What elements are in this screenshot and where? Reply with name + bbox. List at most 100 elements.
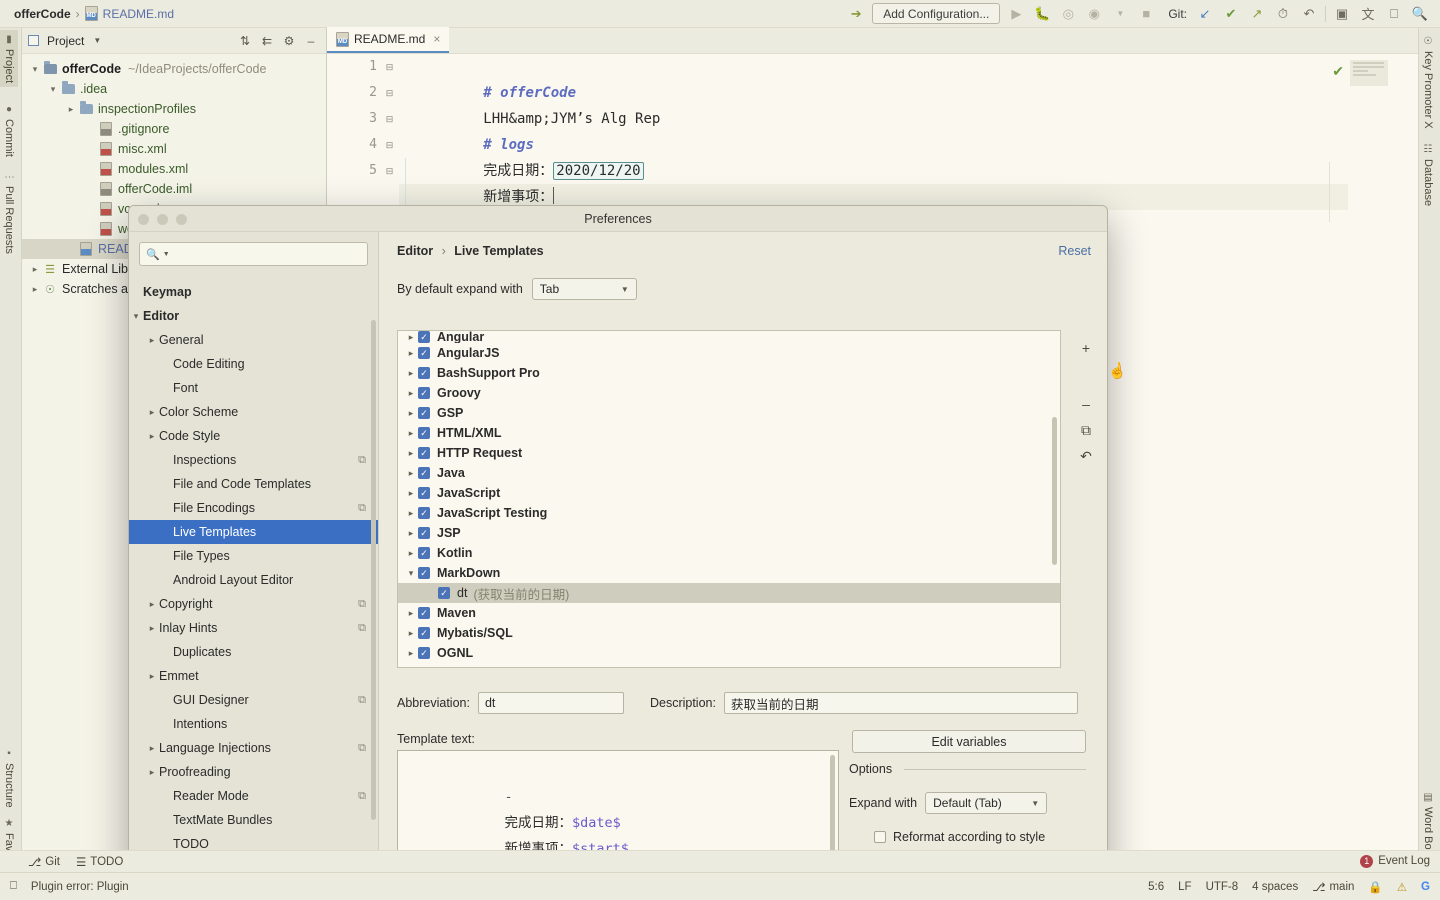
- indent-setting[interactable]: 4 spaces: [1252, 881, 1298, 893]
- chevron-right-icon[interactable]: ▸: [404, 648, 418, 659]
- template-group-javascript[interactable]: ▸ ✓ JavaScript: [398, 483, 1060, 503]
- inspection-ok-icon[interactable]: ✔: [1332, 63, 1344, 80]
- add-configuration-button[interactable]: Add Configuration...: [872, 3, 1001, 24]
- bottom-tab-todo[interactable]: ☰ TODO: [76, 855, 123, 869]
- translate-icon[interactable]: 文: [1358, 4, 1378, 24]
- collapse-all-icon[interactable]: ⇇: [258, 32, 276, 50]
- chevron-down-icon[interactable]: ▼: [163, 251, 170, 258]
- template-group-markdown[interactable]: ▾ ✓ MarkDown: [398, 563, 1060, 583]
- checkbox-checked-icon[interactable]: ✓: [418, 467, 430, 479]
- template-group-gsp[interactable]: ▸ ✓ GSP: [398, 403, 1060, 423]
- copy-icon[interactable]: ⧉: [358, 694, 366, 707]
- template-group-jsp[interactable]: ▸ ✓ JSP: [398, 523, 1060, 543]
- chevron-right-icon[interactable]: ▸: [145, 407, 159, 418]
- commit-icon[interactable]: ✔: [1221, 4, 1241, 24]
- add-icon[interactable]: +: [1074, 336, 1098, 360]
- settings-item-reader-mode[interactable]: Reader Mode ⧉: [129, 784, 378, 808]
- search-everywhere-icon[interactable]: 🔍: [1410, 4, 1430, 24]
- fold-region-icon[interactable]: ⊟: [385, 166, 394, 176]
- lock-icon[interactable]: 🔒: [1368, 880, 1382, 894]
- settings-item-font[interactable]: Font: [129, 376, 378, 400]
- copy-icon[interactable]: ⧉: [358, 502, 366, 515]
- fold-minus-icon[interactable]: ⊟: [385, 62, 394, 72]
- settings-item-intentions[interactable]: Intentions: [129, 712, 378, 736]
- settings-item-proofreading[interactable]: ▸ Proofreading: [129, 760, 378, 784]
- settings-item-code-editing[interactable]: Code Editing: [129, 352, 378, 376]
- checkbox-checked-icon[interactable]: ✓: [418, 627, 430, 639]
- sidebar-item-pull-requests[interactable]: ⋮ Pull Requests: [0, 168, 18, 258]
- fold-region-icon[interactable]: ⊟: [385, 88, 394, 98]
- run-icon[interactable]: ▶: [1006, 4, 1026, 24]
- checkbox-unchecked-icon[interactable]: [874, 831, 886, 843]
- checkbox-checked-icon[interactable]: ✓: [418, 407, 430, 419]
- checkbox-checked-icon[interactable]: ✓: [418, 347, 430, 359]
- chevron-right-icon[interactable]: ▸: [145, 431, 159, 442]
- chevron-right-icon[interactable]: ▸: [404, 448, 418, 459]
- chevron-down-icon[interactable]: ▾: [28, 64, 42, 75]
- sidebar-item-structure[interactable]: ▪ Structure: [0, 744, 18, 812]
- settings-item-color-scheme[interactable]: ▸ Color Scheme: [129, 400, 378, 424]
- template-group-maven[interactable]: ▸ ✓ Maven: [398, 603, 1060, 623]
- chevron-right-icon[interactable]: ▸: [64, 104, 78, 115]
- checkbox-checked-icon[interactable]: ✓: [418, 427, 430, 439]
- settings-tree-scrollbar[interactable]: [371, 320, 376, 820]
- checkbox-checked-icon[interactable]: ✓: [418, 487, 430, 499]
- breadcrumb-root[interactable]: Editor: [397, 244, 433, 258]
- debug-icon[interactable]: 🐛: [1032, 4, 1052, 24]
- reset-link[interactable]: Reset: [1058, 244, 1091, 258]
- template-group-angular[interactable]: ▸ ✓ Angular: [398, 331, 1060, 343]
- chevron-right-icon[interactable]: ▸: [145, 671, 159, 682]
- settings-item-gui-designer[interactable]: GUI Designer ⧉: [129, 688, 378, 712]
- line-separator[interactable]: LF: [1178, 881, 1191, 893]
- template-group-http-request[interactable]: ▸ ✓ HTTP Request: [398, 443, 1060, 463]
- checkbox-checked-icon[interactable]: ✓: [418, 607, 430, 619]
- settings-item-duplicates[interactable]: Duplicates: [129, 640, 378, 664]
- expand-all-icon[interactable]: ⇅: [236, 32, 254, 50]
- copy-icon[interactable]: ⧉: [358, 598, 366, 611]
- template-group-java[interactable]: ▸ ✓ Java: [398, 463, 1060, 483]
- chevron-right-icon[interactable]: ▸: [145, 767, 159, 778]
- window-controls[interactable]: [138, 214, 187, 225]
- chevron-down-icon[interactable]: ▾: [404, 568, 418, 579]
- template-group-ognl[interactable]: ▸ ✓ OGNL: [398, 643, 1060, 663]
- terminal-icon[interactable]: ⎕: [1384, 4, 1404, 24]
- update-project-icon[interactable]: ↙: [1195, 4, 1215, 24]
- checkbox-checked-icon[interactable]: ✓: [418, 647, 430, 659]
- tree-row-gitignore[interactable]: ▸ .gitignore: [22, 119, 326, 139]
- settings-item-language-injections[interactable]: ▸ Language Injections ⧉: [129, 736, 378, 760]
- chevron-right-icon[interactable]: ▸: [404, 388, 418, 399]
- tree-row-misc-xml[interactable]: ▸ misc.xml: [22, 139, 326, 159]
- checkbox-checked-icon[interactable]: ✓: [418, 387, 430, 399]
- settings-item-android-layout-editor[interactable]: Android Layout Editor: [129, 568, 378, 592]
- settings-item-editor[interactable]: ▾ Editor: [129, 304, 378, 328]
- checkbox-checked-icon[interactable]: ✓: [418, 367, 430, 379]
- duplicate-icon[interactable]: ⧉: [1074, 418, 1098, 442]
- bottom-tab-git[interactable]: ⎇ Git: [28, 855, 60, 869]
- sidebar-item-key-promoter[interactable]: ☉ Key Promoter X: [1419, 32, 1437, 133]
- tree-row-idea[interactable]: ▾ .idea: [22, 79, 326, 99]
- settings-search-input[interactable]: 🔍 ▼: [139, 242, 368, 266]
- chevron-down-icon[interactable]: ▼: [1110, 4, 1130, 24]
- settings-item-textmate-bundles[interactable]: TextMate Bundles: [129, 808, 378, 832]
- template-list-scrollbar[interactable]: [1052, 417, 1057, 565]
- template-group-javascript-testing[interactable]: ▸ ✓ JavaScript Testing: [398, 503, 1060, 523]
- hammer-icon[interactable]: ➔: [846, 4, 866, 24]
- chevron-right-icon[interactable]: ▸: [404, 548, 418, 559]
- expand-with-option-select[interactable]: Default (Tab) ▼: [925, 792, 1048, 814]
- chevron-right-icon[interactable]: ▸: [404, 408, 418, 419]
- sidebar-item-database[interactable]: ☷ Database: [1419, 140, 1437, 210]
- minimize-window-button[interactable]: [157, 214, 168, 225]
- copy-icon[interactable]: ⧉: [358, 790, 366, 803]
- template-item-dt[interactable]: ✓ dt (获取当前的日期): [398, 583, 1060, 603]
- copy-icon[interactable]: ⧉: [358, 622, 366, 635]
- settings-item-code-style[interactable]: ▸ Code Style: [129, 424, 378, 448]
- stop-icon[interactable]: ■: [1136, 4, 1156, 24]
- chevron-right-icon[interactable]: ▸: [404, 332, 418, 343]
- tree-row-offercode[interactable]: ▾ offerCode ~/IdeaProjects/offerCode: [22, 59, 326, 79]
- copy-icon[interactable]: ⧉: [358, 742, 366, 755]
- reformat-checkbox-row[interactable]: Reformat according to style: [874, 830, 1045, 844]
- template-group-html-xml[interactable]: ▸ ✓ HTML/XML: [398, 423, 1060, 443]
- chevron-right-icon[interactable]: ▸: [404, 628, 418, 639]
- rollback-icon[interactable]: ↶: [1299, 4, 1319, 24]
- fold-minus-icon[interactable]: ⊟: [385, 114, 394, 124]
